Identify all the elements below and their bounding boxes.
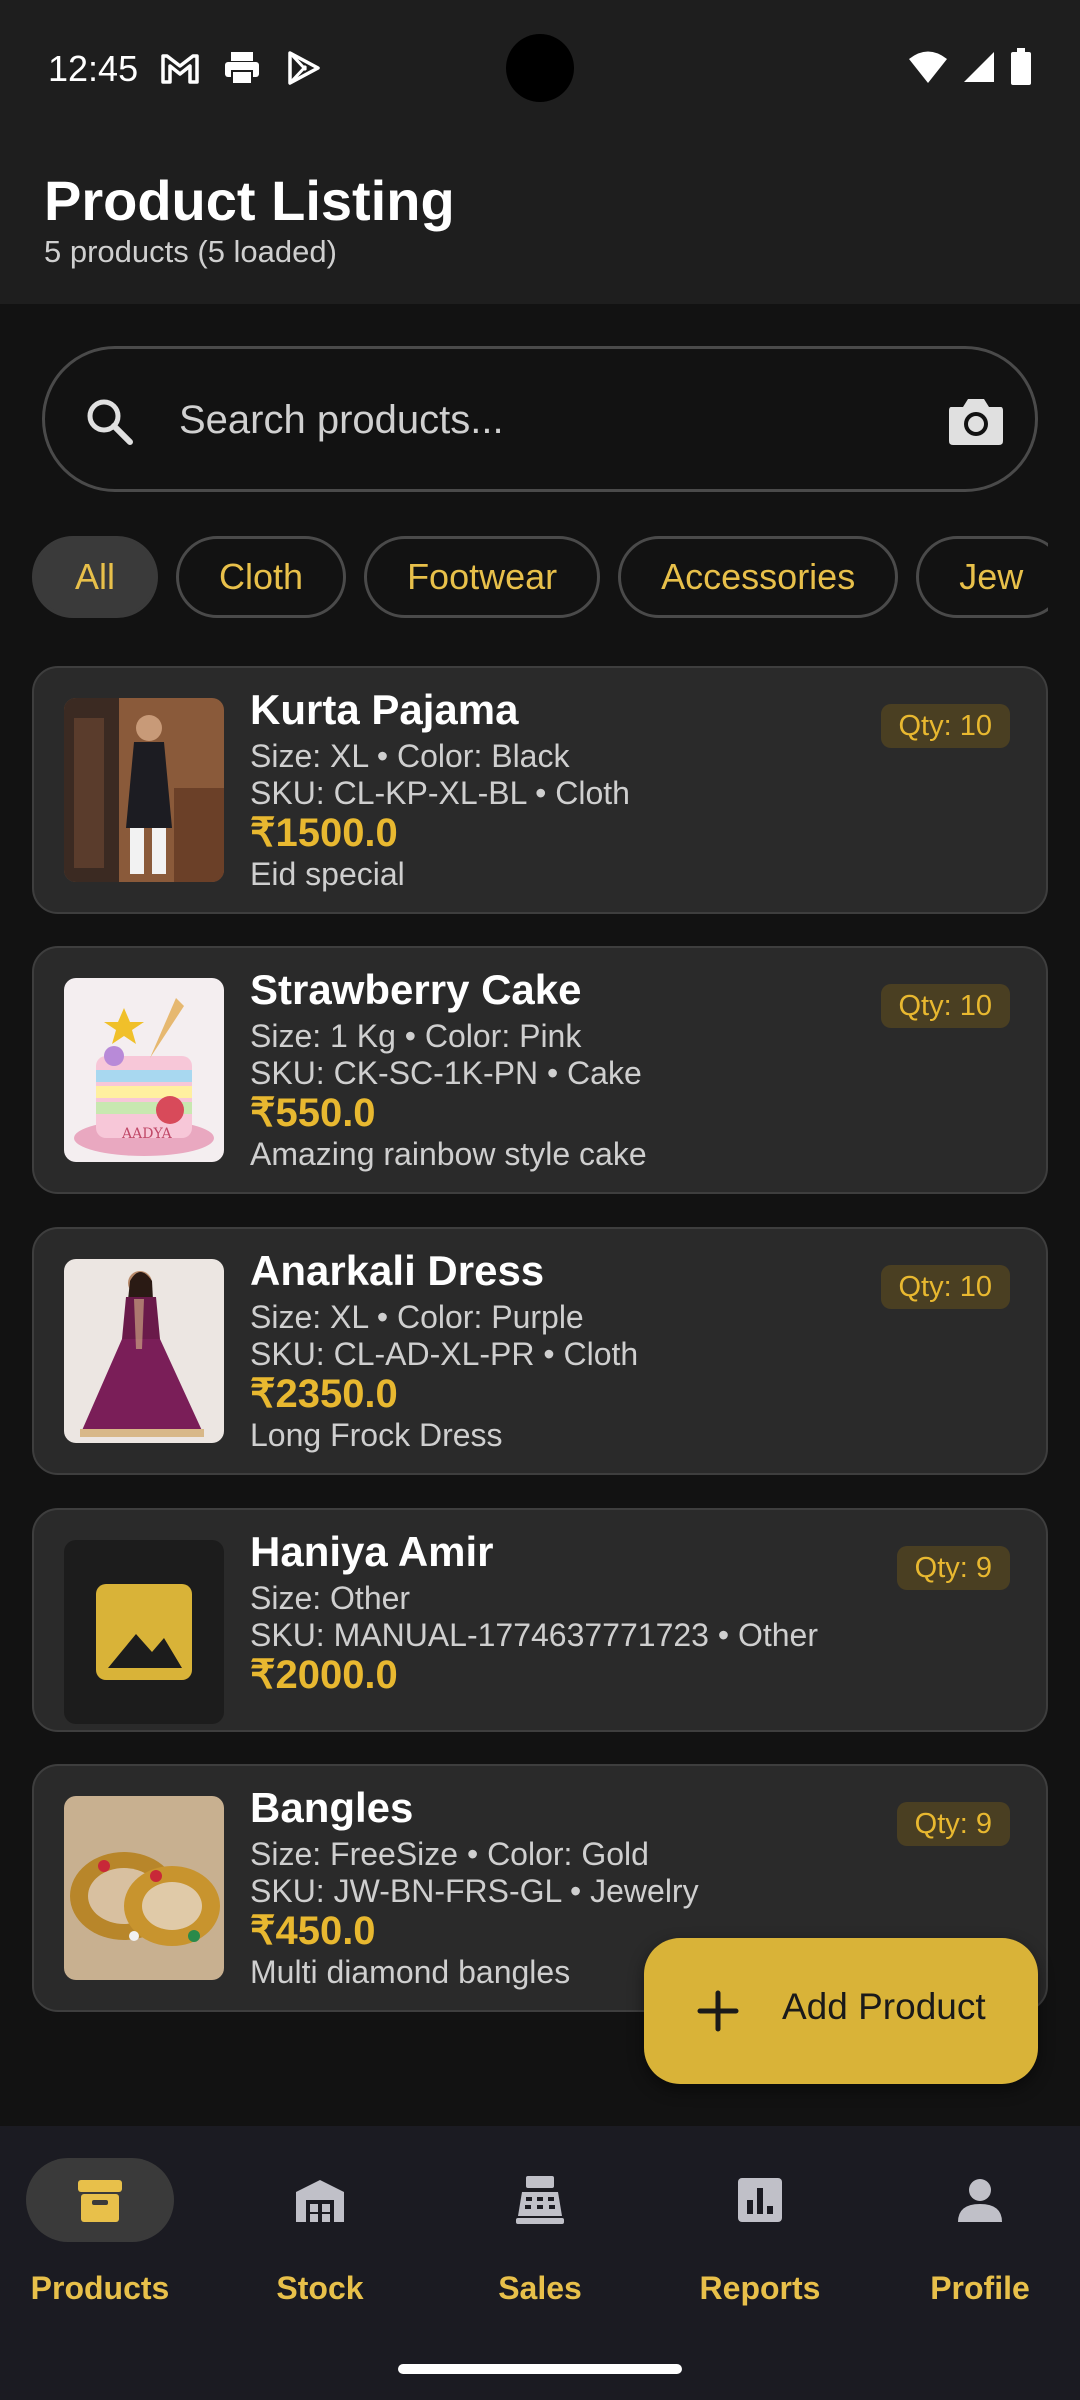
chip-all[interactable]: All bbox=[32, 536, 159, 618]
image-placeholder-icon bbox=[96, 1584, 192, 1680]
archive-box-icon bbox=[78, 2180, 122, 2222]
nav-label-reports: Reports bbox=[699, 2270, 821, 2306]
system-icons bbox=[908, 48, 1032, 86]
chip-footwear[interactable]: Footwear bbox=[364, 536, 601, 618]
product-price: ₹2000.0 bbox=[250, 1653, 398, 1697]
product-details: Size: XL • Color: Purple bbox=[250, 1299, 584, 1335]
product-price: ₹2350.0 bbox=[250, 1372, 398, 1416]
product-name: Bangles bbox=[250, 1784, 414, 1831]
product-description: Amazing rainbow style cake bbox=[250, 1136, 647, 1172]
product-sku: SKU: MANUAL-1774637771723 • Other bbox=[250, 1617, 818, 1653]
product-name: Kurta Pajama bbox=[250, 686, 519, 733]
product-description: Multi diamond bangles bbox=[250, 1954, 571, 1990]
bangles-photo bbox=[64, 1796, 224, 1980]
svg-text:AADYA: AADYA bbox=[121, 1126, 173, 1142]
product-price: ₹450.0 bbox=[250, 1909, 376, 1953]
search-bar[interactable] bbox=[42, 346, 1038, 492]
signal-icon bbox=[964, 52, 994, 82]
play-store-icon bbox=[288, 51, 320, 85]
product-card-kurta-pajama[interactable]: Kurta Pajama Size: XL • Color: Black SKU… bbox=[32, 666, 1048, 914]
product-description: Eid special bbox=[250, 856, 405, 892]
person-icon bbox=[958, 2179, 1002, 2222]
battery-icon bbox=[1011, 48, 1031, 85]
nav-label-sales: Sales bbox=[498, 2270, 582, 2306]
nav-label-profile: Profile bbox=[930, 2270, 1030, 2306]
nav-products[interactable]: Products bbox=[0, 2158, 200, 2318]
bar-chart-icon bbox=[738, 2178, 782, 2222]
qty-badge: Qty: 10 bbox=[880, 984, 1010, 1028]
search-input[interactable] bbox=[179, 387, 939, 453]
chip-accessories[interactable]: Accessories bbox=[618, 536, 899, 618]
search-icon bbox=[87, 399, 133, 445]
qty-badge: Qty: 9 bbox=[896, 1546, 1010, 1590]
product-card-haniya-amir[interactable]: Haniya Amir Size: Other SKU: MANUAL-1774… bbox=[32, 1508, 1048, 1732]
status-bar: 12:45 bbox=[0, 0, 1080, 132]
app-header: Product Listing 5 products (5 loaded) bbox=[0, 132, 1080, 304]
chip-jewelry[interactable]: Jew bbox=[916, 536, 1048, 618]
cash-register-icon bbox=[516, 2176, 564, 2224]
qty-badge: Qty: 9 bbox=[896, 1802, 1010, 1846]
page-title: Product Listing bbox=[44, 169, 455, 232]
product-name: Strawberry Cake bbox=[250, 966, 582, 1013]
product-count: 5 products (5 loaded) bbox=[44, 234, 337, 269]
notification-icons bbox=[160, 50, 324, 86]
nav-reports[interactable]: Reports bbox=[660, 2158, 860, 2318]
product-details: Size: Other bbox=[250, 1580, 411, 1616]
product-sku: SKU: CL-KP-XL-BL • Cloth bbox=[250, 775, 630, 811]
product-price: ₹1500.0 bbox=[250, 811, 398, 855]
nav-stock[interactable]: Stock bbox=[220, 2158, 420, 2318]
product-sku: SKU: CL-AD-XL-PR • Cloth bbox=[250, 1336, 639, 1372]
plus-icon bbox=[697, 1990, 739, 2032]
status-time: 12:45 bbox=[48, 48, 139, 89]
add-product-label: Add Product bbox=[782, 1986, 986, 2027]
kurta-photo bbox=[64, 698, 224, 882]
nav-label-products: Products bbox=[30, 2270, 170, 2306]
image-placeholder bbox=[64, 1540, 224, 1724]
nav-sales[interactable]: Sales bbox=[440, 2158, 640, 2318]
product-name: Anarkali Dress bbox=[250, 1247, 545, 1294]
product-card-anarkali-dress[interactable]: Anarkali Dress Size: XL • Color: Purple … bbox=[32, 1227, 1048, 1475]
product-details: Size: 1 Kg • Color: Pink bbox=[250, 1018, 582, 1054]
home-indicator[interactable] bbox=[398, 2364, 682, 2374]
product-details: Size: XL • Color: Black bbox=[250, 738, 570, 774]
warehouse-icon bbox=[296, 2180, 344, 2222]
qty-badge: Qty: 10 bbox=[880, 704, 1010, 748]
chip-cloth[interactable]: Cloth bbox=[176, 536, 347, 618]
product-details: Size: FreeSize • Color: Gold bbox=[250, 1836, 649, 1872]
product-name: Haniya Amir bbox=[250, 1528, 494, 1575]
product-sku: SKU: CK-SC-1K-PN • Cake bbox=[250, 1055, 642, 1091]
camera-icon[interactable] bbox=[947, 393, 1005, 449]
add-product-button[interactable]: Add Product bbox=[644, 1938, 1038, 2084]
dress-photo bbox=[64, 1259, 224, 1443]
product-sku: SKU: JW-BN-FRS-GL • Jewelry bbox=[250, 1873, 699, 1909]
category-filter-row: All Cloth Footwear Accessories Jew bbox=[32, 536, 1048, 620]
product-card-strawberry-cake[interactable]: AADYA Strawberry Cake Size: 1 Kg • Color… bbox=[32, 946, 1048, 1194]
product-price: ₹550.0 bbox=[250, 1091, 376, 1135]
bottom-navigation: Products Stock Sales Reports Profile bbox=[0, 2126, 1080, 2400]
front-camera bbox=[506, 34, 574, 102]
product-description: Long Frock Dress bbox=[250, 1417, 503, 1453]
nav-profile[interactable]: Profile bbox=[880, 2158, 1080, 2318]
cake-photo: AADYA bbox=[64, 978, 224, 1162]
print-icon bbox=[225, 52, 259, 85]
wifi-icon bbox=[909, 51, 947, 83]
gmail-icon bbox=[161, 54, 199, 84]
qty-badge: Qty: 10 bbox=[880, 1265, 1010, 1309]
nav-label-stock: Stock bbox=[276, 2270, 364, 2306]
